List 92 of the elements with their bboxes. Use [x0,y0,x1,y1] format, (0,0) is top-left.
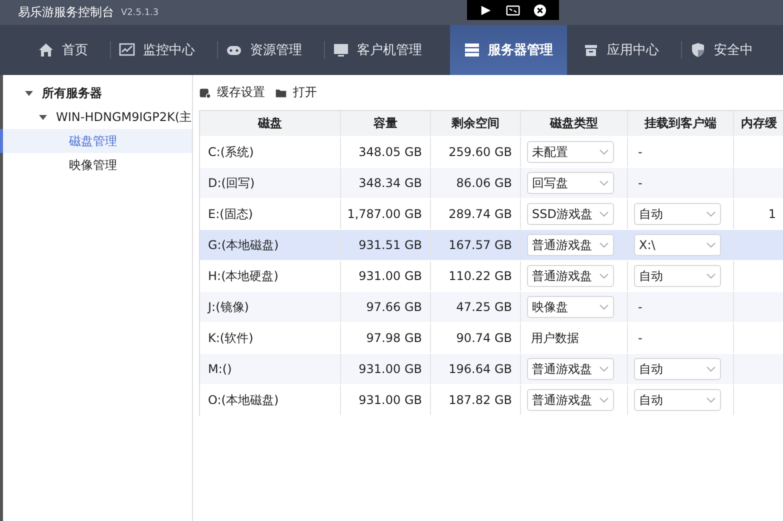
table-cell: 196.64 GB [431,354,521,384]
version-label: V2.5.1.3 [121,8,159,18]
table-cell: 931.00 GB [341,354,431,384]
nav-tab[interactable]: 服务器管理 [450,25,567,75]
table-cell: J:(镜像) [200,292,341,322]
table-cell: 348.05 GB [341,137,431,167]
server-icon [464,42,480,58]
column-header: 剩余空间 [431,111,521,136]
mount-dropdown[interactable]: X:\ [634,234,721,256]
caret-icon[interactable] [39,113,47,121]
box-icon [583,42,599,58]
table-cell: 167.57 GB [431,230,521,260]
table-cell-text: - [637,300,642,314]
table-cell: E:(固态) [200,199,341,229]
table-cell: 931.00 GB [341,261,431,291]
nav-tab[interactable]: 资源管理 [218,25,316,75]
mount-dropdown[interactable]: 自动 [634,358,721,380]
chevron-down-icon [599,366,609,372]
column-header: 内存缓 [740,115,778,132]
table-cell: 90.74 GB [431,323,521,353]
table-cell: 110.22 GB [431,261,521,291]
table-cell: 86.06 GB [431,168,521,198]
table-cell: H:(本地硬盘) [200,261,341,291]
chevron-down-icon [599,211,609,217]
chevron-down-icon [599,304,609,310]
table-cell: K:(软件) [200,323,341,353]
table-cell: 1,787.00 GB [341,199,431,229]
nav-tab[interactable]: 监控中心 [111,25,209,75]
tree-item[interactable]: WIN-HDNGM9IGP2K(主 [56,108,192,126]
table-cell: C:(系统) [200,137,341,167]
table-cell-text: - [637,331,642,345]
tree-item[interactable]: 映像管理 [0,153,192,177]
chevron-down-icon [599,180,609,186]
monitor-icon [333,42,349,58]
table-cell: M:() [200,354,341,384]
tree-item[interactable]: 所有服务器 [42,84,102,102]
disk-type-dropdown[interactable]: 普通游戏盘 [527,358,614,380]
table-cell: 259.60 GB [431,137,521,167]
nav-tab[interactable]: 客户机管理 [325,25,436,75]
mount-dropdown[interactable]: 自动 [634,265,721,287]
table-cell: 931.00 GB [341,385,431,415]
table-cell-text: 用户数据 [530,330,579,346]
mount-dropdown[interactable]: 自动 [634,203,721,225]
close-icon[interactable] [533,4,547,16]
chevron-down-icon [706,397,716,403]
chevron-down-icon [599,273,609,279]
disk-type-dropdown[interactable]: 映像盘 [527,296,614,318]
tree-item[interactable]: 磁盘管理 [0,129,192,153]
nav-tab[interactable]: 首页 [30,25,102,75]
table-cell: 97.98 GB [341,323,431,353]
disk-type-dropdown[interactable]: 普通游戏盘 [527,389,614,411]
nav-tab[interactable]: 应用中心 [575,25,673,75]
table-cell-text: - [637,176,642,190]
disk-type-dropdown[interactable]: 普通游戏盘 [527,265,614,287]
chart-icon [119,42,135,58]
chevron-down-icon [706,366,716,372]
shield-icon [690,42,706,58]
chevron-down-icon [706,211,716,217]
chevron-down-icon [599,397,609,403]
nav-tab[interactable]: 安全中 [682,25,767,75]
table-cell: 47.25 GB [431,292,521,322]
disk-type-dropdown[interactable]: SSD游戏盘 [527,203,614,225]
drive-icon [199,86,211,98]
table-cell: 97.66 GB [341,292,431,322]
table-cell: 187.82 GB [431,385,521,415]
folder-icon [275,86,287,98]
column-header: 容量 [341,111,431,136]
caret-icon[interactable] [25,89,33,97]
chevron-down-icon [599,242,609,248]
column-header: 挂载到客户端 [628,111,734,136]
chevron-down-icon [706,242,716,248]
window-title: 易乐游服务控制台 [18,4,114,21]
toolbar-button[interactable]: 打开 [275,84,317,101]
table-cell: 1 [768,207,776,221]
chevron-down-icon [706,273,716,279]
table-cell: D:(回写) [200,168,341,198]
home-icon [38,42,54,58]
table-cell: O:(本地磁盘) [200,385,341,415]
table-cell: 348.34 GB [341,168,431,198]
table-cell: 289.74 GB [431,199,521,229]
toolbar-button[interactable]: 缓存设置 [199,84,265,101]
table-cell-text: - [637,145,642,159]
table-cell: G:(本地磁盘) [200,230,341,260]
table-cell: 931.51 GB [341,230,431,260]
disk-type-dropdown[interactable]: 未配置 [527,141,614,163]
column-header: 磁盘 [200,111,341,136]
disk-type-dropdown[interactable]: 回写盘 [527,172,614,194]
mount-dropdown[interactable]: 自动 [634,389,721,411]
chevron-down-icon [599,149,609,155]
resize-icon[interactable] [506,4,520,16]
disk-type-dropdown[interactable]: 普通游戏盘 [527,234,614,256]
column-header: 磁盘类型 [521,111,628,136]
